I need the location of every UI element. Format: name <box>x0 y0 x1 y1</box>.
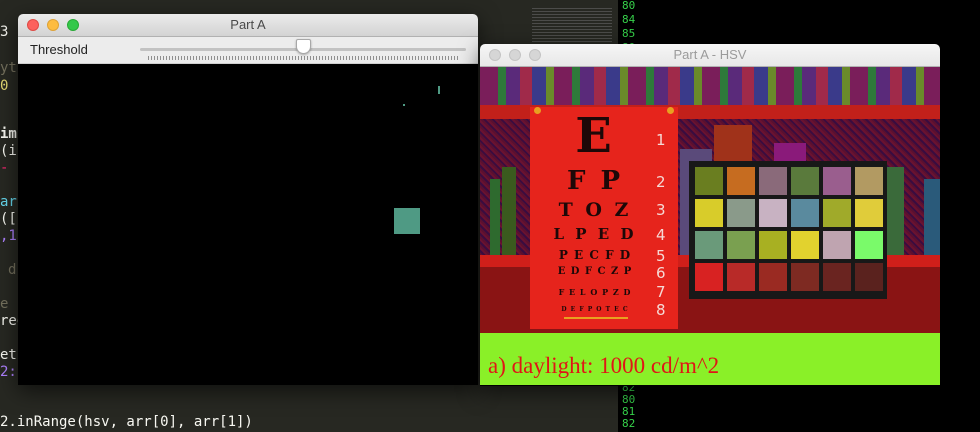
checker-swatch <box>791 167 819 195</box>
checker-swatch <box>791 231 819 259</box>
checker-swatch <box>727 263 755 291</box>
checker-swatch <box>759 231 787 259</box>
chart-pin <box>667 107 674 114</box>
checker-swatch <box>823 263 851 291</box>
threshold-toolbar: Threshold <box>18 37 478 64</box>
hsv-image: E F P T O Z L P E D P E C F D E D F C Z … <box>480 67 940 385</box>
book <box>490 179 500 255</box>
mask-blob <box>394 208 420 234</box>
checker-swatch <box>855 199 883 227</box>
top-books <box>480 67 940 105</box>
checker-swatch <box>791 263 819 291</box>
mask-speck <box>403 104 405 106</box>
eye-chart-row-4: L P E D <box>553 225 637 243</box>
code-fragment: - <box>0 160 9 176</box>
checker-swatch <box>727 167 755 195</box>
checker-swatch <box>727 199 755 227</box>
color-checker <box>689 161 887 299</box>
code-fragment: ([ <box>0 211 17 227</box>
checker-swatch <box>695 167 723 195</box>
zoom-icon[interactable] <box>529 49 541 61</box>
book <box>924 179 940 255</box>
terminal-line: 82 <box>622 417 636 430</box>
code-fragment: yt <box>0 60 17 76</box>
eye-chart: E F P T O Z L P E D P E C F D E D F C Z … <box>530 107 678 329</box>
code-fragment: 3 <box>0 24 9 40</box>
checker-swatch <box>695 231 723 259</box>
mask-speck <box>438 86 440 94</box>
row-number: 7 <box>656 283 666 301</box>
checker-swatch <box>823 231 851 259</box>
row-number: 3 <box>656 201 666 219</box>
terminal-line: 80 <box>622 0 636 12</box>
book <box>502 167 516 255</box>
checker-swatch <box>727 231 755 259</box>
hsv-titlebar[interactable]: Part A - HSV <box>480 44 940 67</box>
minimize-icon[interactable] <box>509 49 521 61</box>
eye-chart-row-5: P E C F D <box>558 248 632 262</box>
row-number: 2 <box>656 173 666 191</box>
terminal-line: 84 <box>622 13 636 26</box>
eye-chart-row-3: T O Z <box>558 199 632 221</box>
window-title: Part A <box>230 17 266 32</box>
close-icon[interactable] <box>489 49 501 61</box>
code-fragment: im <box>0 126 17 142</box>
code-fragment: 0 <box>0 78 9 94</box>
mask-output <box>18 64 478 385</box>
checker-swatch <box>823 199 851 227</box>
window-title: Part A - HSV <box>673 47 747 62</box>
threshold-label: Threshold <box>30 42 88 57</box>
minimize-icon[interactable] <box>47 19 59 31</box>
row-number: 8 <box>656 301 666 319</box>
slider-ticks <box>148 56 460 60</box>
code-fragment: d <box>8 262 17 278</box>
checker-swatch <box>791 199 819 227</box>
threshold-slider-knob[interactable] <box>296 39 311 54</box>
eye-chart-row-2: F P <box>566 166 624 196</box>
eye-chart-row-1: E <box>575 108 615 164</box>
terminal-line: 85 <box>622 27 636 40</box>
checker-swatch <box>695 199 723 227</box>
checker-swatch <box>695 263 723 291</box>
zoom-icon[interactable] <box>67 19 79 31</box>
code-fragment: ar <box>0 194 17 210</box>
image-caption: a) daylight: 1000 cd/m^2 <box>488 353 720 378</box>
part-a-window: Part A Threshold <box>18 14 478 385</box>
row-number: 1 <box>656 131 666 149</box>
checker-swatch <box>855 231 883 259</box>
code-fragment: ,1 <box>0 228 17 244</box>
code-fragment: e <box>0 296 9 312</box>
part-a-titlebar[interactable]: Part A <box>18 14 478 37</box>
row-number: 5 <box>656 247 666 265</box>
checker-swatch <box>759 263 787 291</box>
checker-swatch <box>855 263 883 291</box>
code-line-inrange: 2.inRange(hsv, arr[0], arr[1]) <box>0 414 253 430</box>
row-number: 4 <box>656 226 666 244</box>
code-fragment: (i <box>0 143 17 159</box>
code-fragment: 2: <box>0 364 17 380</box>
eye-chart-row-7: F E L O P Z D <box>558 287 632 297</box>
eye-chart-row-8: D E F P O T E C <box>561 306 629 313</box>
checker-swatch <box>759 167 787 195</box>
hsv-window: Part A - HSV E F P T O Z L P E D P E C F… <box>480 44 940 386</box>
checker-swatch <box>823 167 851 195</box>
checker-swatch <box>855 167 883 195</box>
code-fragment: et <box>0 347 17 363</box>
row-number: 6 <box>656 264 666 282</box>
close-icon[interactable] <box>27 19 39 31</box>
checker-swatch <box>759 199 787 227</box>
chart-underline <box>564 317 628 319</box>
eye-chart-row-6: E D F C Z P <box>557 266 633 277</box>
